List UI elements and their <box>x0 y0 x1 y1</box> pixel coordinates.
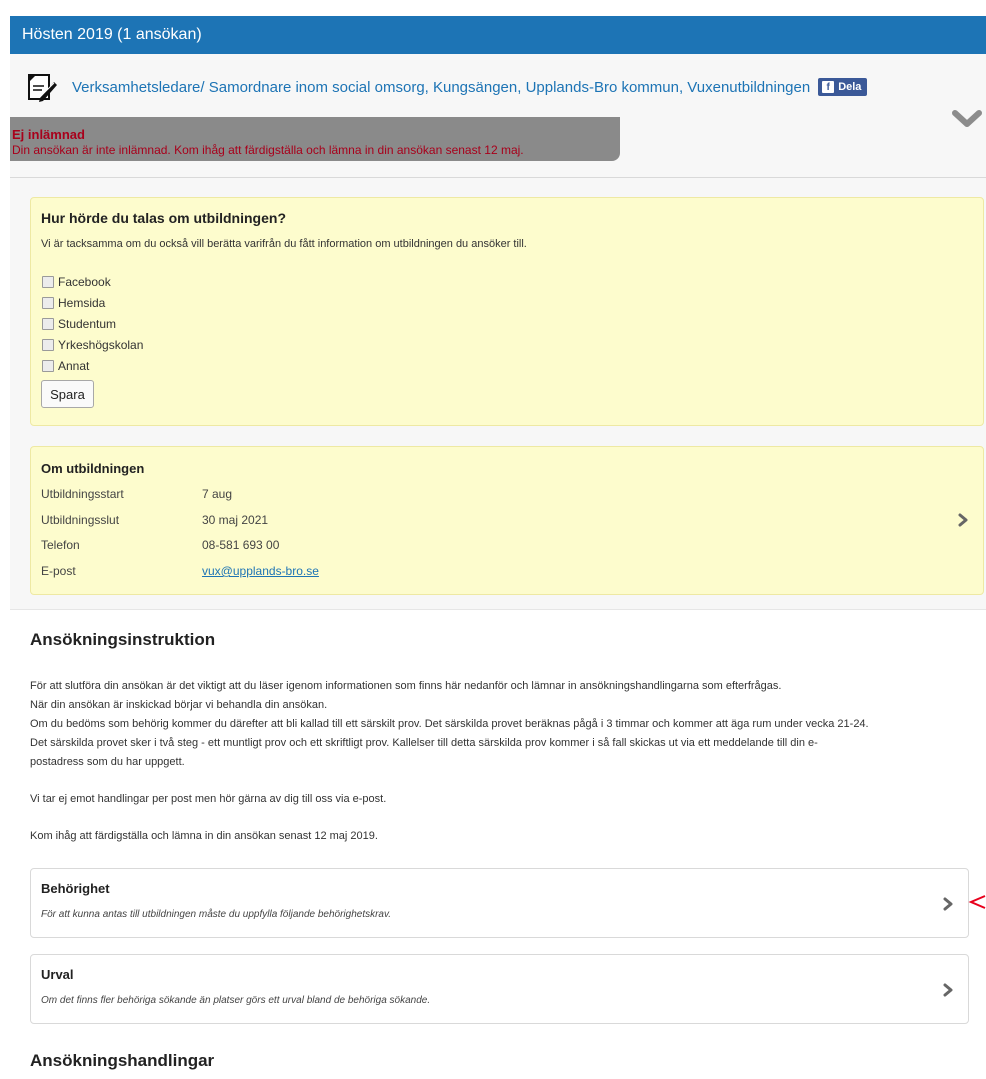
course-link[interactable]: Verksamhetsledare/ Samordnare inom socia… <box>72 79 810 96</box>
share-label: Dela <box>838 81 862 93</box>
chevron-right-icon[interactable] <box>943 983 953 997</box>
start-label: Utbildningsstart <box>41 487 124 501</box>
instructions-text: För att slutföra din ansökan är det vikt… <box>30 680 782 692</box>
instructions-text: Det särskilda provet sker i två steg - e… <box>30 737 818 749</box>
term-title: Hösten 2019 (1 ansökan) <box>22 26 202 43</box>
checkbox-box[interactable] <box>42 339 54 351</box>
term-header: Hösten 2019 (1 ansökan) <box>10 16 986 54</box>
instructions-text: Om du bedöms som behörig kommer du däref… <box>30 718 869 730</box>
accordion-title: Behörighet <box>41 881 110 896</box>
survey-description: Vi är tacksamma om du också vill berätta… <box>41 238 527 250</box>
course-row: Verksamhetsledare/ Samordnare inom socia… <box>26 72 868 102</box>
document-pen-icon <box>28 74 57 102</box>
chevron-down-icon[interactable] <box>952 108 982 130</box>
documents-title: Ansökningshandlingar <box>30 1051 215 1070</box>
email-label: E-post <box>41 564 76 578</box>
checkbox-hemsida[interactable]: Hemsida <box>42 296 105 310</box>
checkbox-yrkeshogskolan[interactable]: Yrkeshögskolan <box>42 338 143 352</box>
facebook-icon: f <box>822 81 835 93</box>
instructions-text: När din ansökan är inskickad börjar vi b… <box>30 699 328 711</box>
checkbox-box[interactable] <box>42 360 54 372</box>
survey-box: Hur hörde du talas om utbildningen? Vi ä… <box>30 197 984 426</box>
annotation-arrow-icon <box>968 895 986 909</box>
about-box[interactable]: Om utbildningen Utbildningsstart 7 aug U… <box>30 446 984 595</box>
facebook-share-button[interactable]: f Dela <box>818 78 868 96</box>
checkbox-studentum[interactable]: Studentum <box>42 317 116 331</box>
checkbox-box[interactable] <box>42 276 54 288</box>
checkbox-label: Hemsida <box>58 296 106 310</box>
about-title: Om utbildningen <box>41 461 145 476</box>
accordion-eligibility[interactable]: Behörighet För att kunna antas till utbi… <box>30 868 969 938</box>
checkbox-label: Facebook <box>58 275 111 289</box>
chevron-right-icon[interactable] <box>958 513 968 527</box>
start-value: 7 aug <box>202 487 233 501</box>
accordion-subtitle: Om det finns fler behöriga sökande än pl… <box>41 995 431 1006</box>
checkbox-box[interactable] <box>42 318 54 330</box>
end-value: 30 maj 2021 <box>202 513 269 527</box>
checkbox-facebook[interactable]: Facebook <box>42 275 111 289</box>
checkbox-label: Yrkeshögskolan <box>58 338 144 352</box>
instructions-text: Vi tar ej emot handlingar per post men h… <box>30 793 387 805</box>
phone-label: Telefon <box>41 538 80 552</box>
checkbox-label: Studentum <box>58 317 117 331</box>
survey-title: Hur hörde du talas om utbildningen? <box>41 210 286 226</box>
checkbox-annat[interactable]: Annat <box>42 359 89 373</box>
accordion-urval[interactable]: Urval Om det finns fler behöriga sökande… <box>30 954 969 1024</box>
checkbox-box[interactable] <box>42 297 54 309</box>
instructions-title: Ansökningsinstruktion <box>30 630 216 649</box>
phone-value: 08-581 693 00 <box>202 538 280 552</box>
instructions-text: postadress som du har uppgett. <box>30 756 185 768</box>
divider <box>10 177 986 178</box>
instructions-text: Kom ihåg att färdigställa och lämna in d… <box>30 830 378 842</box>
accordion-subtitle: För att kunna antas till utbildningen må… <box>41 909 392 920</box>
status-message: Din ansökan är inte inlämnad. Kom ihåg a… <box>12 143 524 157</box>
checkbox-label: Annat <box>58 359 90 373</box>
end-label: Utbildningsslut <box>41 513 120 527</box>
accordion-title: Urval <box>41 967 74 982</box>
status-title: Ej inlämnad <box>12 127 85 142</box>
email-link[interactable]: vux@upplands-bro.se <box>202 564 319 578</box>
save-button[interactable]: Spara <box>41 380 94 408</box>
chevron-right-icon[interactable] <box>943 897 953 911</box>
